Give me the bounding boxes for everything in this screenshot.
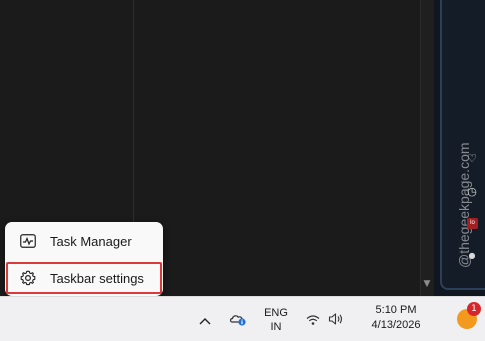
- heart-icon[interactable]: ♡: [466, 153, 478, 165]
- task-manager-icon: [20, 233, 36, 249]
- background-pane-main: [134, 0, 420, 296]
- dot-icon: ●: [468, 251, 476, 260]
- notification-badge: 1: [467, 302, 481, 316]
- chevron-up-icon[interactable]: [198, 314, 212, 326]
- highlight-box: [6, 262, 162, 294]
- language-indicator[interactable]: ENG IN: [260, 306, 292, 334]
- volume-icon[interactable]: [328, 312, 344, 326]
- language-region: IN: [270, 321, 282, 333]
- side-badge: lo: [467, 218, 478, 229]
- scrollbar[interactable]: [420, 0, 434, 296]
- onedrive-icon[interactable]: [229, 311, 247, 327]
- watermark: @thegeekpage.com: [456, 142, 472, 268]
- task-manager-label: Task Manager: [50, 233, 132, 249]
- scroll-down-arrow-icon[interactable]: ▼: [422, 279, 432, 289]
- task-manager-menu-item[interactable]: Task Manager: [10, 226, 158, 256]
- clock[interactable]: 5:10 PM 4/13/2026: [360, 303, 432, 333]
- clock-date: 4/13/2026: [371, 319, 421, 331]
- clock-icon[interactable]: ◷: [466, 186, 478, 198]
- language-code: ENG: [264, 307, 288, 319]
- wifi-icon[interactable]: [306, 313, 320, 325]
- clock-time: 5:10 PM: [375, 304, 417, 316]
